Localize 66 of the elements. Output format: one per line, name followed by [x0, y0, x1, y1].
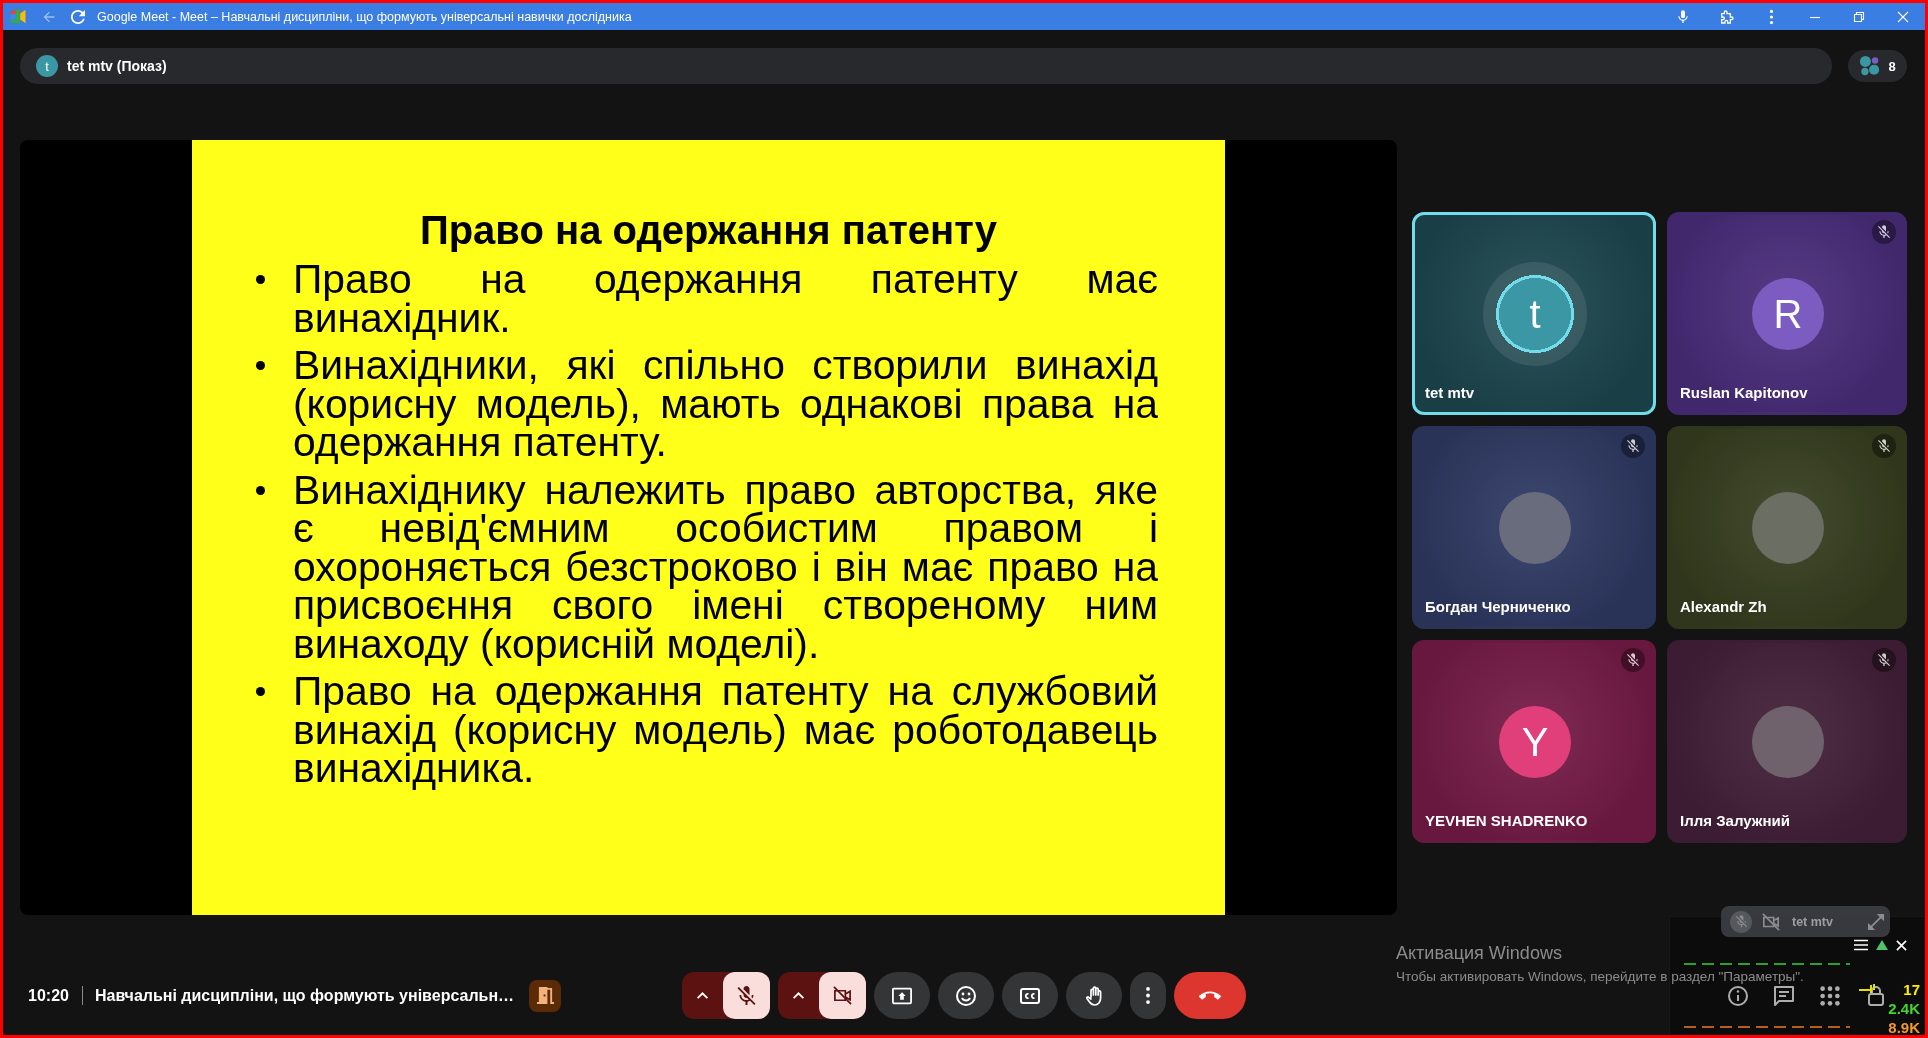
bullet-dot-icon: [256, 485, 265, 495]
muted-mic-icon: [1730, 910, 1752, 933]
self-view-name: tet mtv: [1792, 914, 1834, 929]
microphone-icon[interactable]: [1675, 8, 1691, 25]
participant-name: Alexandr Zh: [1680, 598, 1768, 616]
captions-icon: [1019, 985, 1040, 1006]
expand-icon[interactable]: [1868, 913, 1884, 930]
door-icon: [536, 987, 554, 1004]
stats-value: 8.9K: [1888, 1019, 1920, 1035]
menu-icon[interactable]: [1854, 939, 1868, 951]
more-options-icon[interactable]: [1768, 8, 1774, 25]
avatar-circle: t: [1483, 262, 1587, 366]
stats-value: 2.4K: [1888, 1000, 1920, 1017]
screen-share-icon: [891, 985, 912, 1006]
camera-off-icon: [832, 986, 852, 1005]
microphone-button[interactable]: [722, 972, 770, 1019]
presenter-label: tet mtv (Показ): [67, 58, 167, 74]
activation-notice-title: Активация Windows: [1396, 943, 1562, 963]
apps-grid-icon[interactable]: [1820, 985, 1840, 1006]
camera-button[interactable]: [818, 972, 866, 1019]
chevron-up-icon: [792, 992, 804, 999]
present-screen-button[interactable]: [873, 972, 930, 1019]
favicon-icon: [9, 9, 27, 24]
meeting-room-button[interactable]: [529, 979, 562, 1012]
puzzle-piece-icon[interactable]: [1719, 8, 1735, 25]
bullet-dot-icon: [256, 275, 265, 284]
hand-icon: [1083, 985, 1104, 1006]
participant-name: tet mtv: [1425, 384, 1476, 402]
avatar-circle: R: [1752, 278, 1824, 350]
graph-marker-icon: [1859, 983, 1875, 993]
presenter-avatar: t: [36, 55, 58, 77]
camera-off-icon: [1762, 912, 1780, 931]
participant-name: Ілля Залужний: [1680, 812, 1791, 830]
raise-hand-button[interactable]: [1065, 972, 1122, 1019]
bullet-dot-icon: [256, 687, 265, 696]
info-icon[interactable]: [1728, 985, 1748, 1006]
slide-bullet-text: Винахідники, які спільно створили винахід (корисну модель), мають однакові права на одержання патенту.: [293, 346, 1158, 462]
slide-bullet-text: Право на одержання патенту на службовий винахід (корисну модель) має роботодавець винахідника.: [293, 672, 1158, 788]
captions-button[interactable]: [1001, 972, 1058, 1019]
chevron-up-icon: [696, 992, 708, 999]
reload-icon[interactable]: [71, 9, 85, 24]
restore-icon[interactable]: [1853, 10, 1865, 23]
clock-time: 10:20: [28, 986, 69, 1005]
meeting-title: Навчальні дисципліни, що формують універсальн…: [94, 986, 515, 1005]
triangle-icon[interactable]: [1876, 940, 1888, 950]
avatar-cluster-icon: [1859, 55, 1882, 77]
bullet-dot-icon: [256, 361, 265, 370]
chat-icon[interactable]: [1774, 985, 1794, 1006]
hang-up-icon: [1198, 991, 1221, 1000]
microphone-off-icon: [736, 986, 756, 1005]
avatar-circle: Y: [1499, 706, 1571, 778]
window-title: Google Meet - Meet – Навчальні дисципліни, що формують універсальні навички дослідника: [97, 9, 632, 24]
leave-call-button[interactable]: [1173, 972, 1246, 1019]
more-options-button[interactable]: [1129, 972, 1166, 1019]
participant-name: Ruslan Kapitonov: [1680, 384, 1809, 402]
participant-name: Богдан Черниченко: [1425, 598, 1572, 616]
lock-icon[interactable]: [1868, 985, 1884, 1006]
smiley-icon: [955, 985, 976, 1006]
participant-name: YEVHEN SHADRENKO: [1425, 812, 1589, 830]
close-icon[interactable]: [1896, 939, 1907, 951]
reactions-button[interactable]: [937, 972, 994, 1019]
stats-value: 17: [1903, 981, 1920, 998]
participants-button[interactable]: 8: [1848, 50, 1907, 82]
more-vertical-icon: [1145, 987, 1150, 1004]
activation-notice-text: Чтобы активировать Windows, перейдите в раздел "Параметры".: [1396, 969, 1804, 985]
slide-title: Право на одержання патенту: [418, 210, 999, 250]
